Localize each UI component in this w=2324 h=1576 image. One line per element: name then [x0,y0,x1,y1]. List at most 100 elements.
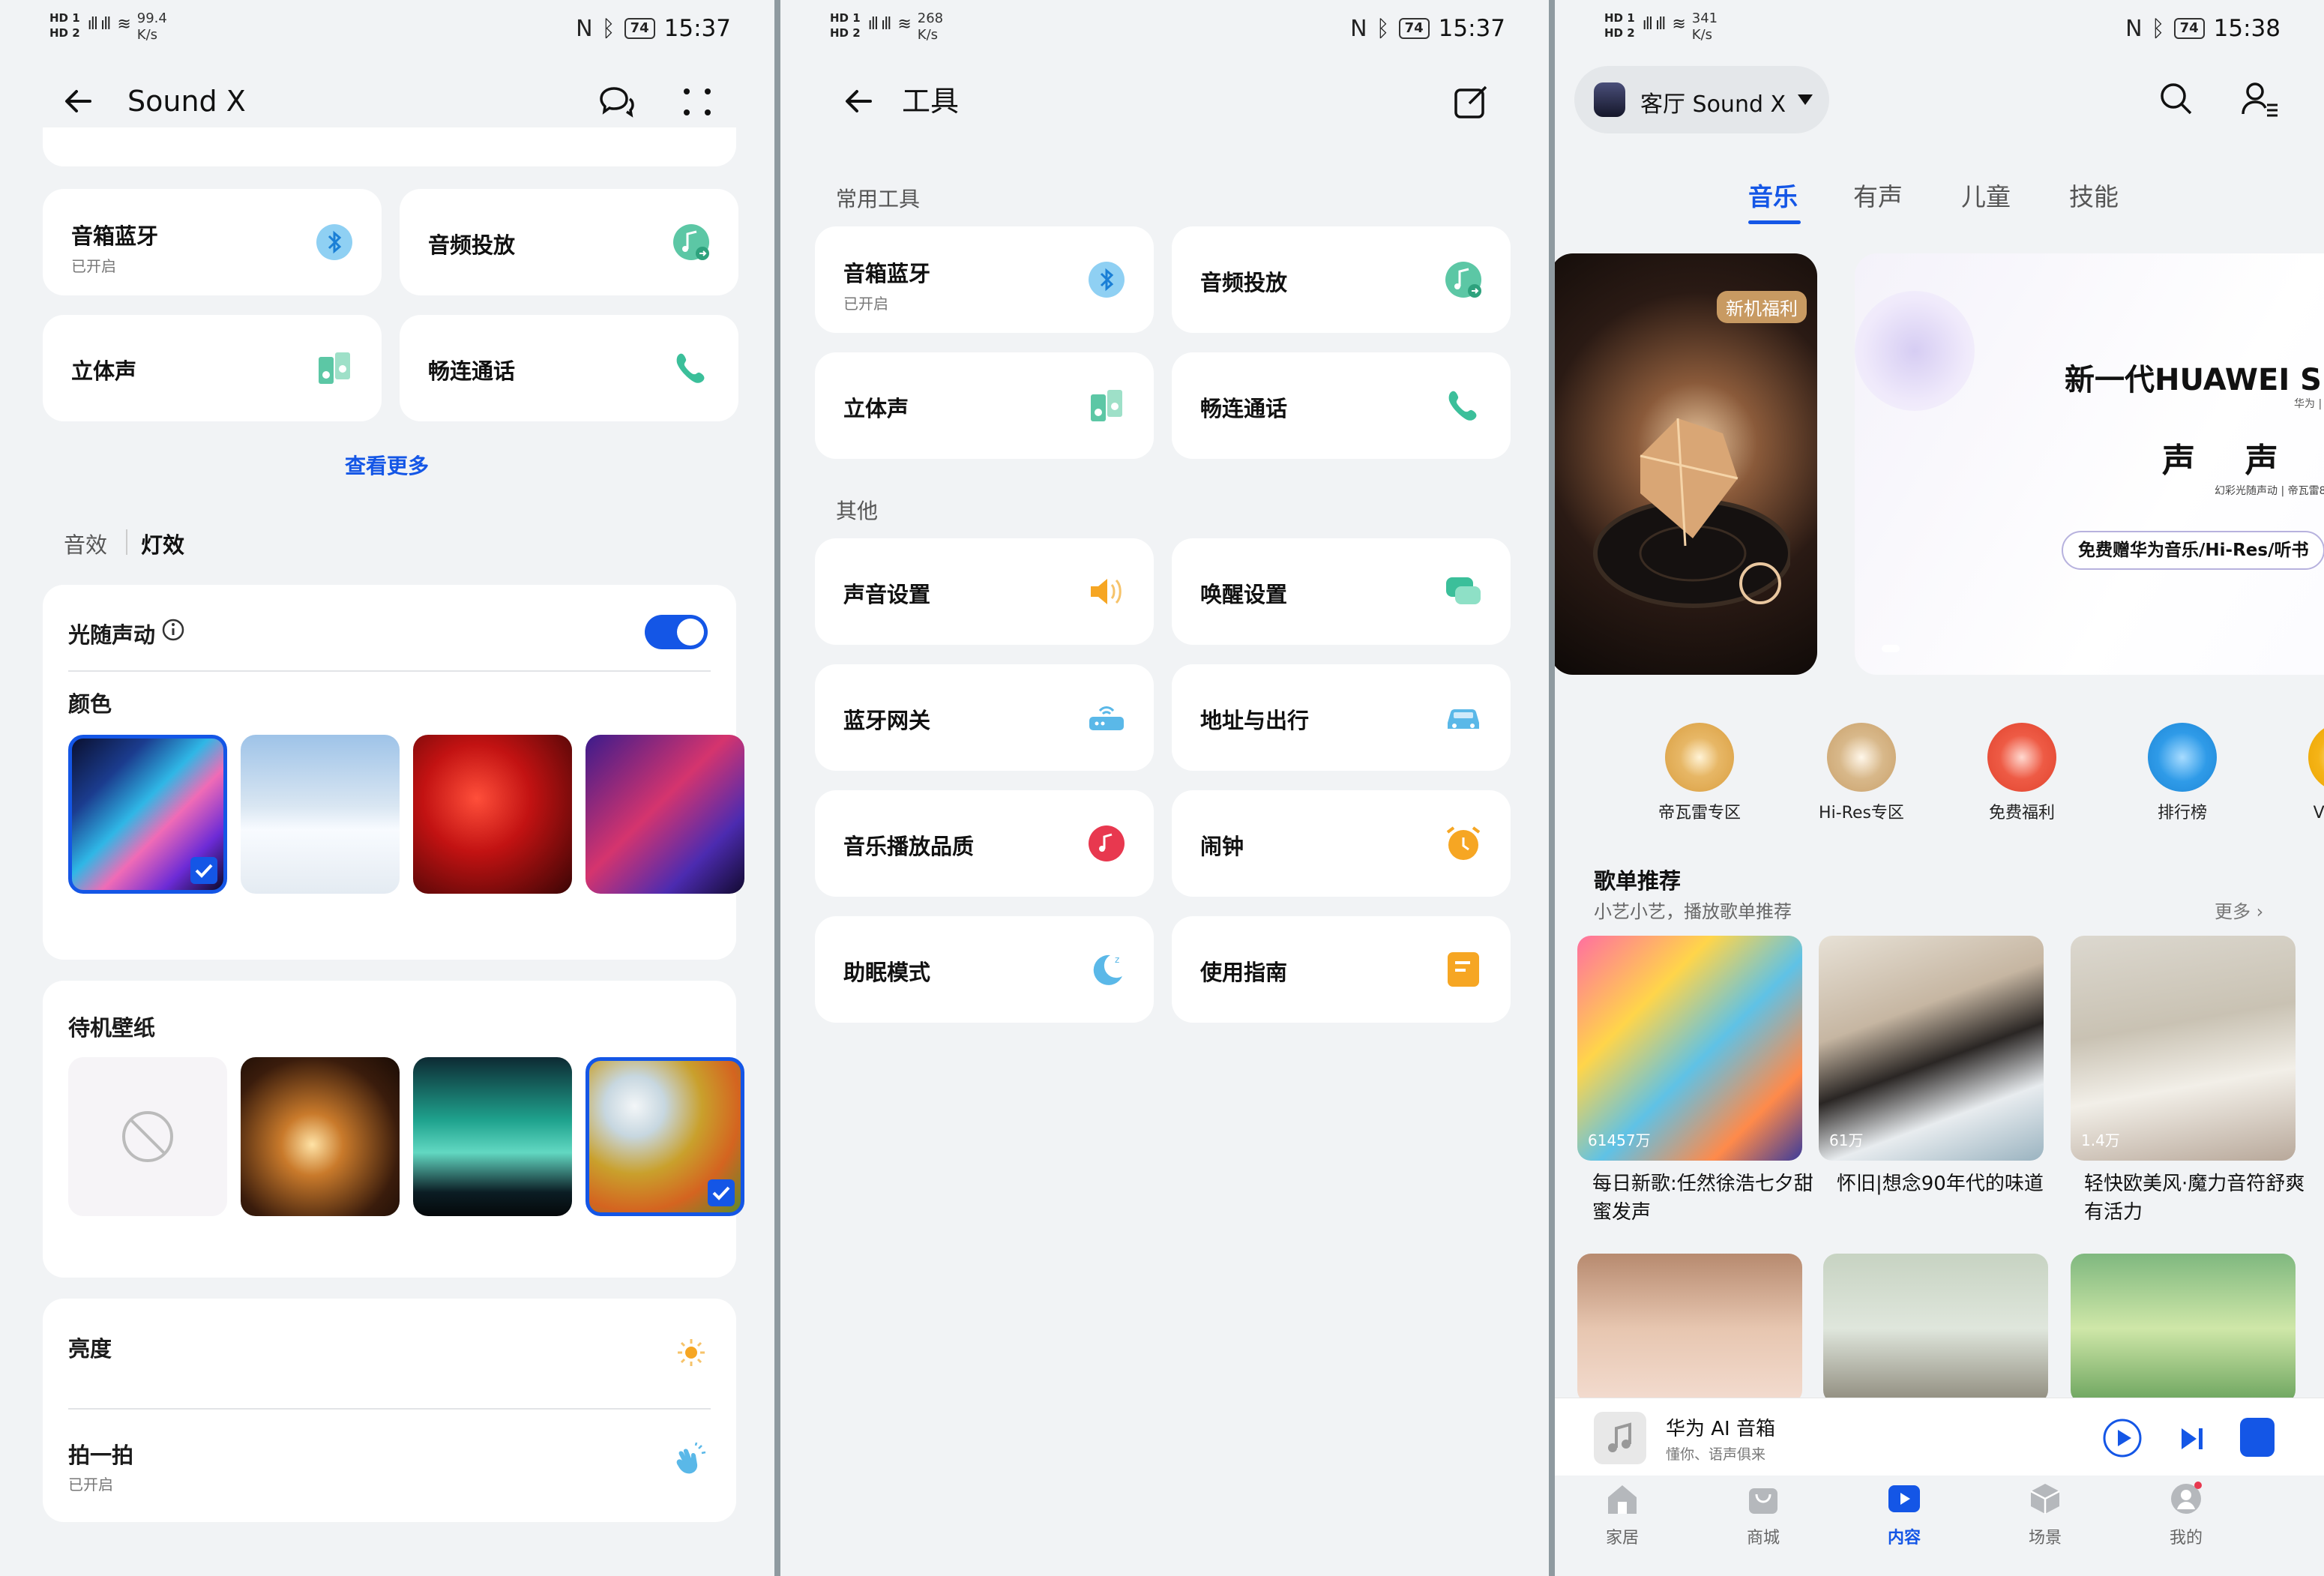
nav-label: 内容 [1887,1529,1921,1548]
edit-icon[interactable] [1451,82,1490,121]
tile-label: 音箱蓝牙 [843,261,931,286]
playlist-title[interactable]: 怀旧|想念90年代的味道 [1837,1170,2069,1198]
tab-audiobook[interactable]: 有声 [1853,177,1903,213]
tab-sound-effect[interactable]: 音效 [64,528,107,559]
play-button-icon[interactable] [2102,1418,2143,1458]
page-title: 工具 [902,85,960,118]
nfc-icon: N [576,15,593,42]
tile-speaker-bluetooth[interactable]: 音箱蓝牙 已开启 [815,226,1154,333]
tile-call[interactable]: 畅连通话 [400,315,738,421]
page-title: Sound X [127,85,246,118]
more-icon[interactable] [678,82,717,121]
tile-label: 畅连通话 [428,358,516,384]
tap-label: 拍一拍 [68,1443,134,1468]
color-theme-concert[interactable] [413,735,572,894]
tile-label: 蓝牙网关 [843,708,931,733]
feature-devialet[interactable]: 帝瓦雷专区 [1643,723,1756,823]
playlist-card[interactable]: 1.4万 [2071,936,2296,1161]
tile-alarm[interactable]: 闹钟 [1172,790,1511,897]
wallpaper-aurora[interactable] [413,1057,572,1216]
speaker-button[interactable] [2240,1418,2275,1457]
carousel-dots [1882,645,1900,652]
standby-wallpaper-card: 待机壁纸 [43,981,744,1278]
sound-x-device-screen: HD 1 HD 2 ıll ıll ≋ 99.4 K/s N ᛒ 74 15:37 … [0,0,774,1576]
search-icon[interactable] [2158,81,2194,117]
tile-audio-cast[interactable]: 音频投放 [1172,226,1511,333]
wallpaper-candles[interactable] [241,1057,400,1216]
moon-icon: z [1093,954,1122,985]
clap-icon[interactable] [670,1443,706,1479]
bluetooth-status-icon: ᛒ [601,15,615,42]
other-label: 其他 [836,499,879,523]
playlist-card[interactable]: 61万 [1819,936,2044,1161]
banner-cta-button[interactable]: 免费赠华为音乐/Hi-Res/听书 [2062,531,2324,570]
tile-music-quality[interactable]: 音乐播放品质 [815,790,1154,897]
net-speed: 341 [1691,10,1718,26]
playlist-title[interactable]: 轻快欧美风·魔力音符舒爽有活力 [2084,1170,2317,1227]
nfc-icon: N [1350,15,1367,42]
alarm-clock-icon [1446,826,1481,860]
more-link[interactable]: 更多 › [2215,897,2263,923]
banner-left[interactable]: 新机福利 [1555,253,1817,675]
device-selector[interactable]: 客厅 Sound X [1574,66,1829,133]
feature-charts[interactable]: 排行榜 [2126,723,2239,823]
title-bar: Sound X [0,69,774,133]
playlist-title[interactable]: 每日新歌:任然徐浩七夕甜蜜发声 [1592,1170,1825,1227]
nav-home[interactable]: 家居 [1577,1481,1667,1548]
tile-speaker-bluetooth[interactable]: 音箱蓝牙 已开启 [43,189,382,295]
see-more-link[interactable]: 查看更多 [345,450,429,480]
wifi-icon: ≋ [1672,15,1685,34]
tile-wake-settings[interactable]: 唤醒设置 [1172,538,1511,645]
wallpaper-none[interactable] [68,1057,227,1216]
playlist-card[interactable] [2071,1254,2296,1404]
tile-bluetooth-gateway[interactable]: 蓝牙网关 [815,664,1154,771]
nav-scene[interactable]: 场景 [2000,1481,2090,1548]
nav-me[interactable]: 我的 [2141,1481,2231,1548]
back-arrow-icon[interactable] [840,82,878,120]
tile-audio-cast[interactable]: 音频投放 [400,189,738,295]
feature-hires[interactable]: Hi-Res专区 [1805,723,1918,823]
tile-address-travel[interactable]: 地址与出行 [1172,664,1511,771]
next-track-icon[interactable] [2177,1424,2207,1454]
light-effect-card: 光随声动 颜色 [43,585,744,960]
divider [68,1408,711,1410]
mini-player[interactable]: 华为 AI 音箱 懂你、语声俱来 [1555,1398,2324,1476]
feature-vip[interactable]: VIP专区 [2287,723,2324,823]
chat-icon[interactable] [597,82,636,121]
feature-free-benefit[interactable]: 免费福利 [1966,723,2078,823]
playlist-card[interactable] [1823,1254,2048,1404]
playlist-card[interactable] [1577,1254,1802,1404]
settings-card: 亮度 拍一拍 已开启 [43,1299,736,1522]
tab-kids[interactable]: 儿童 [1961,177,2011,213]
phone-icon [676,353,705,383]
sun-icon[interactable] [676,1338,706,1368]
info-icon[interactable] [161,618,185,642]
playlist-card[interactable]: 61457万 [1577,936,1802,1161]
tile-stereo[interactable]: 立体声 [43,315,382,421]
tab-music[interactable]: 音乐 [1748,177,1798,213]
tile-sound-settings[interactable]: 声音设置 [815,538,1154,645]
play-count: 1.4万 [2081,1131,2120,1149]
nav-content[interactable]: 内容 [1859,1481,1949,1548]
nav-mall[interactable]: 商城 [1718,1481,1808,1548]
banner-main[interactable]: 新一代HUAWEI S 华为 | 帝瓦雷 声 声 出 幻彩光随声动 | 帝瓦雷8… [1855,253,2324,675]
back-arrow-icon[interactable] [60,82,97,120]
sim1-label: HD 1 [1604,11,1635,25]
tile-user-guide[interactable]: 使用指南 [1172,916,1511,1023]
tile-call[interactable]: 畅连通话 [1172,352,1511,459]
tile-label: 声音设置 [843,582,931,607]
tile-sleep-mode[interactable]: 助眠模式 z [815,916,1154,1023]
user-profile-icon[interactable] [2240,79,2279,118]
tile-stereo[interactable]: 立体声 [815,352,1154,459]
tab-light-effect[interactable]: 灯效 [141,528,184,559]
light-follow-toggle[interactable] [645,615,708,649]
music-disc-icon [1089,825,1125,861]
color-theme-snow[interactable] [241,735,400,894]
tab-skills[interactable]: 技能 [2069,177,2119,213]
wallpaper-autumn[interactable] [585,1057,744,1216]
play-count: 61457万 [1588,1131,1651,1149]
color-theme-dj[interactable] [585,735,744,894]
color-theme-waves[interactable] [68,735,227,894]
feature-label: VIP专区 [2313,804,2324,822]
tile-label: 音频投放 [428,232,516,258]
